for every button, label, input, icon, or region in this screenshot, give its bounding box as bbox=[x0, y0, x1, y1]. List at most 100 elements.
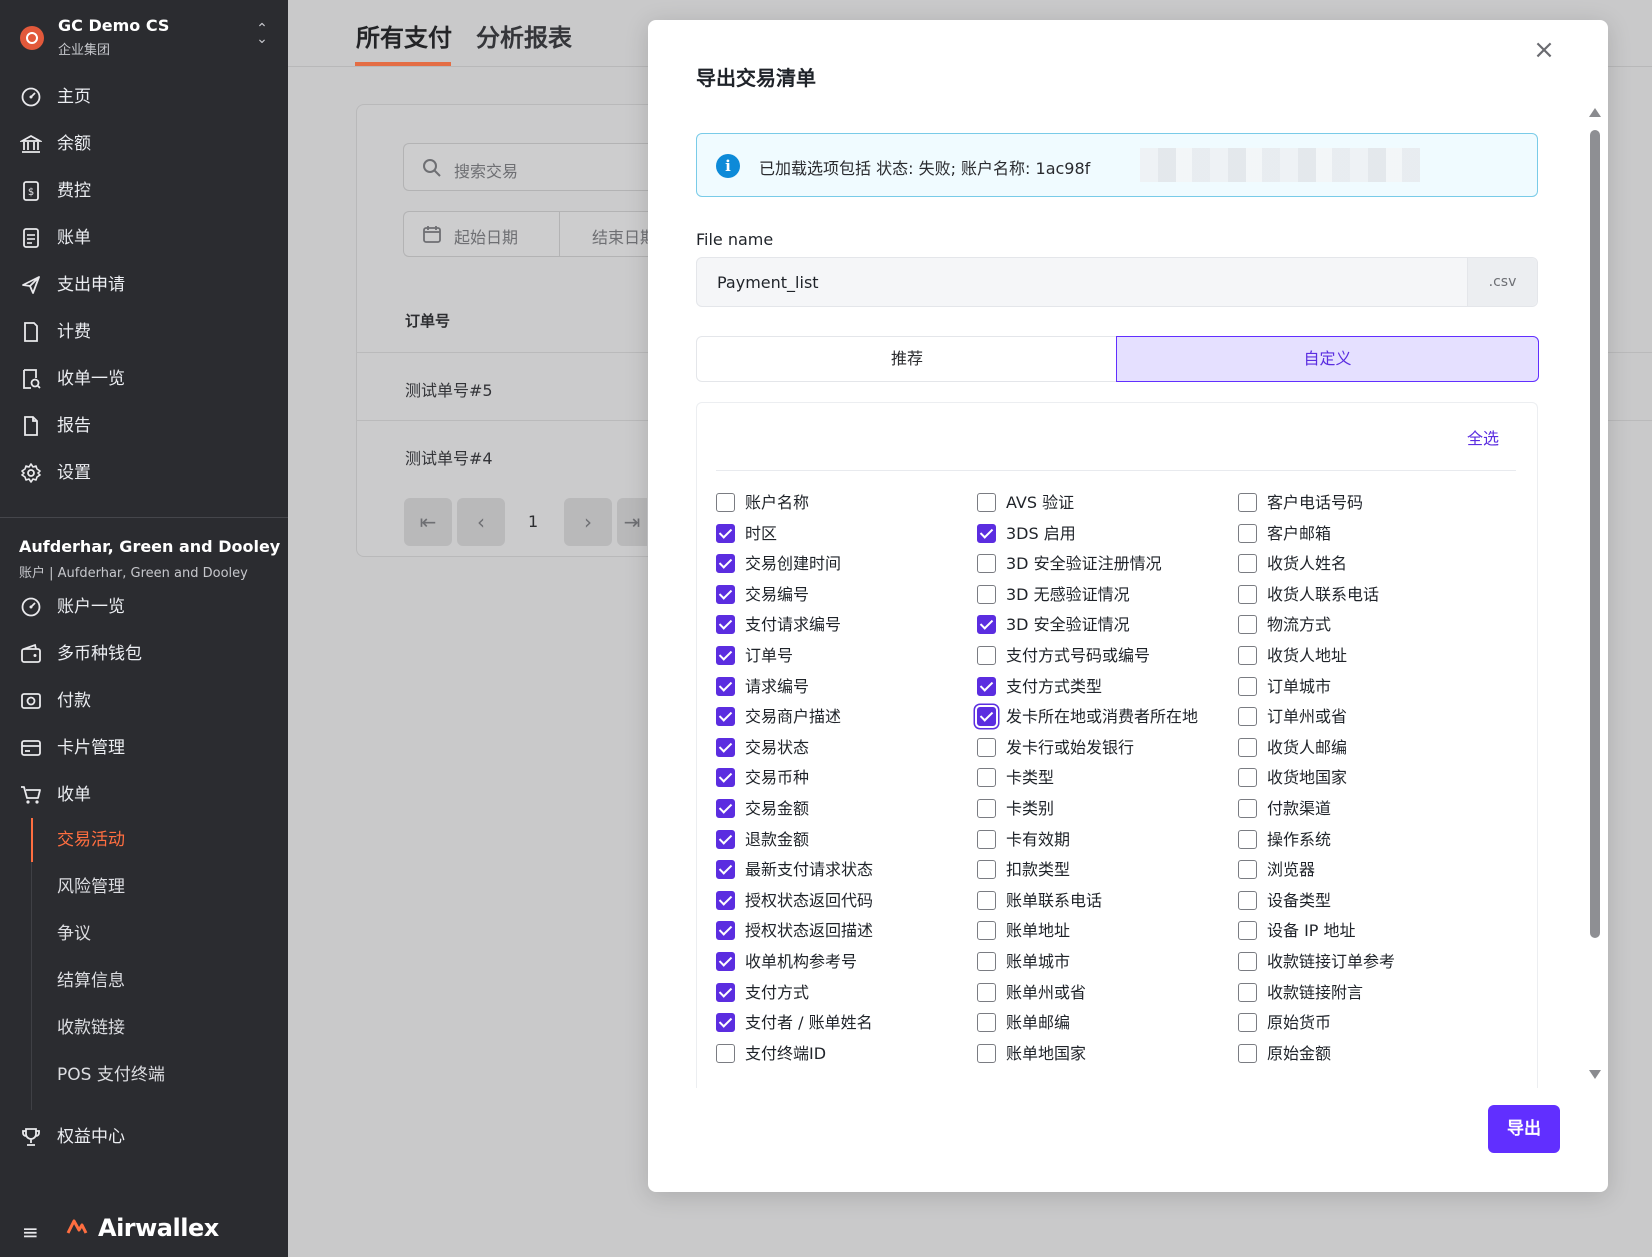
checkbox[interactable] bbox=[977, 768, 996, 788]
sidebar-item-bills[interactable]: 账单 bbox=[0, 216, 288, 260]
first-page-button[interactable]: ⇤ bbox=[404, 498, 452, 546]
checkbox[interactable] bbox=[1238, 584, 1257, 604]
checkbox[interactable] bbox=[977, 1043, 996, 1063]
file-name-field[interactable]: Payment_list .csv bbox=[696, 257, 1538, 307]
export-button[interactable]: 导出 bbox=[1488, 1105, 1560, 1153]
checkbox[interactable] bbox=[716, 1013, 735, 1033]
close-icon[interactable]: × bbox=[1532, 37, 1556, 63]
tab-all-payments[interactable]: 所有支付 bbox=[356, 18, 452, 53]
sidebar-subitem-pos-terminals[interactable]: POS 支付终端 bbox=[0, 1053, 288, 1097]
checkbox[interactable] bbox=[716, 584, 735, 604]
checkbox[interactable] bbox=[1238, 646, 1257, 665]
checkbox[interactable] bbox=[716, 860, 735, 880]
checkbox[interactable] bbox=[716, 921, 735, 941]
scrollbar-thumb[interactable] bbox=[1590, 130, 1600, 938]
checkbox[interactable] bbox=[977, 584, 996, 604]
checkbox[interactable] bbox=[977, 860, 996, 880]
checkbox[interactable] bbox=[1238, 1013, 1257, 1033]
table-row[interactable]: 测试单号#5 bbox=[405, 377, 493, 401]
checkbox[interactable] bbox=[716, 646, 735, 665]
tab-custom[interactable]: 自定义 bbox=[1116, 336, 1539, 382]
last-page-button[interactable]: ⇥ bbox=[617, 498, 647, 546]
checkbox[interactable] bbox=[977, 1013, 996, 1033]
sidebar-subitem-settlements[interactable]: 结算信息 bbox=[0, 959, 288, 1003]
checkbox[interactable] bbox=[977, 921, 996, 941]
checkbox[interactable] bbox=[716, 737, 735, 757]
sidebar-item-spend[interactable]: $ 费控 bbox=[0, 169, 288, 213]
checkbox[interactable] bbox=[716, 799, 735, 818]
checkbox[interactable] bbox=[977, 829, 996, 849]
sidebar-item-payment-request[interactable]: 支出申请 bbox=[0, 263, 288, 307]
checkbox[interactable] bbox=[716, 554, 735, 574]
checkbox[interactable] bbox=[977, 615, 996, 635]
sidebar-item-reports[interactable]: 报告 bbox=[0, 404, 288, 448]
checkbox[interactable] bbox=[716, 890, 735, 910]
org-switcher[interactable]: GC Demo CS 企业集团 ⌃ ⌄ bbox=[18, 14, 270, 60]
checkbox[interactable] bbox=[716, 493, 735, 512]
checkbox[interactable] bbox=[716, 1043, 735, 1063]
checkbox[interactable] bbox=[716, 829, 735, 849]
sidebar-item-account-overview[interactable]: 账户一览 bbox=[0, 585, 288, 629]
checkbox[interactable] bbox=[1238, 1043, 1257, 1063]
sidebar-subitem-risk[interactable]: 风险管理 bbox=[0, 865, 288, 909]
checkbox[interactable] bbox=[716, 615, 735, 635]
checkbox[interactable] bbox=[1238, 829, 1257, 849]
checkbox[interactable] bbox=[977, 737, 996, 757]
checkbox[interactable] bbox=[1238, 523, 1257, 543]
checkbox[interactable] bbox=[1238, 921, 1257, 941]
sidebar-item-benefits[interactable]: 权益中心 bbox=[0, 1115, 288, 1159]
checkbox[interactable] bbox=[977, 707, 996, 727]
checkbox[interactable] bbox=[1238, 982, 1257, 1002]
checkbox[interactable] bbox=[1238, 890, 1257, 910]
checkbox[interactable] bbox=[1238, 737, 1257, 757]
checkbox[interactable] bbox=[1238, 493, 1257, 512]
sidebar-item-acquiring-overview[interactable]: 收单一览 bbox=[0, 357, 288, 401]
file-name-value[interactable]: Payment_list bbox=[717, 273, 819, 292]
date-start-field[interactable]: 起始日期 bbox=[454, 224, 518, 248]
sidebar-item-acquiring[interactable]: 收单 bbox=[0, 773, 288, 817]
checkbox[interactable] bbox=[1238, 554, 1257, 574]
tab-analytics[interactable]: 分析报表 bbox=[476, 18, 572, 53]
checkbox[interactable] bbox=[1238, 707, 1257, 727]
tab-recommended[interactable]: 推荐 bbox=[697, 337, 1117, 381]
checkbox[interactable] bbox=[716, 982, 735, 1002]
checkbox[interactable] bbox=[716, 676, 735, 696]
scrollbar[interactable] bbox=[1588, 108, 1602, 1092]
scroll-down-icon[interactable] bbox=[1589, 1070, 1601, 1079]
sidebar-item-wallet[interactable]: 多币种钱包 bbox=[0, 632, 288, 676]
checkbox[interactable] bbox=[716, 768, 735, 788]
sidebar-item-settings[interactable]: 设置 bbox=[0, 451, 288, 495]
checkbox[interactable] bbox=[716, 707, 735, 727]
checkbox[interactable] bbox=[977, 493, 996, 512]
checkbox[interactable] bbox=[977, 952, 996, 971]
checkbox[interactable] bbox=[1238, 952, 1257, 971]
sidebar-subitem-transactions[interactable]: 交易活动 bbox=[0, 818, 288, 862]
checkbox[interactable] bbox=[1238, 615, 1257, 635]
checkbox[interactable] bbox=[977, 523, 996, 543]
sidebar-item-payouts[interactable]: 付款 bbox=[0, 679, 288, 723]
checkbox[interactable] bbox=[977, 676, 996, 696]
current-page[interactable]: 1 bbox=[528, 512, 538, 531]
scroll-up-icon[interactable] bbox=[1589, 108, 1601, 117]
checkbox[interactable] bbox=[977, 982, 996, 1002]
next-page-button[interactable]: › bbox=[564, 498, 612, 546]
sidebar-item-balance[interactable]: 余额 bbox=[0, 122, 288, 166]
checkbox[interactable] bbox=[1238, 799, 1257, 818]
sidebar-item-billing[interactable]: 计费 bbox=[0, 310, 288, 354]
checkbox[interactable] bbox=[977, 554, 996, 574]
menu-icon[interactable]: ≡ bbox=[22, 1220, 39, 1244]
column-header-order-id[interactable]: 订单号 bbox=[405, 310, 450, 331]
checkbox[interactable] bbox=[1238, 860, 1257, 880]
sidebar-item-home[interactable]: 主页 bbox=[0, 75, 288, 119]
checkbox[interactable] bbox=[1238, 768, 1257, 788]
checkbox[interactable] bbox=[977, 646, 996, 665]
prev-page-button[interactable]: ‹ bbox=[457, 498, 505, 546]
date-end-field[interactable]: 结束日期 bbox=[592, 224, 656, 248]
sidebar-subitem-disputes[interactable]: 争议 bbox=[0, 912, 288, 956]
select-all-link[interactable]: 全选 bbox=[1467, 425, 1499, 449]
sidebar-item-cards[interactable]: 卡片管理 bbox=[0, 726, 288, 770]
search-input[interactable]: 搜索交易 bbox=[403, 143, 663, 191]
checkbox[interactable] bbox=[977, 890, 996, 910]
table-row[interactable]: 测试单号#4 bbox=[405, 445, 493, 469]
checkbox[interactable] bbox=[716, 523, 735, 543]
